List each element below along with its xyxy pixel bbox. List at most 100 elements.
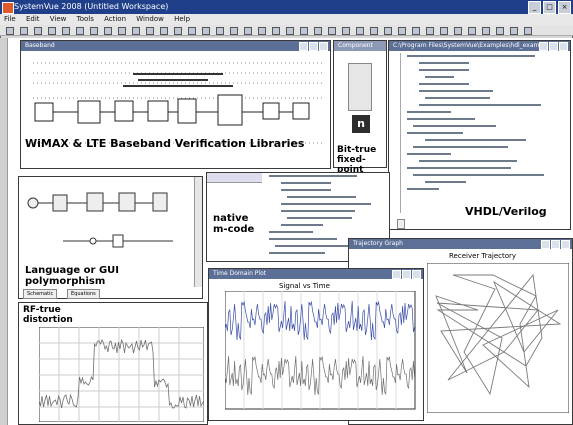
- code-line: [413, 125, 496, 127]
- toolbar-icon[interactable]: [412, 27, 420, 35]
- close-icon[interactable]: [561, 240, 570, 249]
- code-line: [281, 182, 331, 184]
- code-line: [407, 188, 439, 190]
- close-icon[interactable]: [559, 42, 568, 51]
- maximize-icon[interactable]: □: [543, 1, 556, 14]
- toolbar-icon[interactable]: [244, 27, 252, 35]
- toolbar-icon[interactable]: [342, 27, 350, 35]
- toolbar-icon[interactable]: [216, 27, 224, 35]
- rf-label: RF-true distortion: [23, 305, 73, 325]
- toolbar-icon[interactable]: [524, 27, 532, 35]
- toolbar-icon[interactable]: [328, 27, 336, 35]
- rf-spectrum-plot: [39, 327, 204, 422]
- code-line: [269, 252, 325, 254]
- close-icon[interactable]: [319, 42, 328, 51]
- code-line: [269, 238, 337, 240]
- minimize-icon[interactable]: [392, 270, 401, 279]
- baseband-title-text: Baseband: [25, 42, 55, 49]
- component-gallery-window[interactable]: Component Gallery n Bit-true fixed-point: [333, 40, 387, 175]
- maximize-icon[interactable]: [549, 42, 558, 51]
- toolbar-icon[interactable]: [118, 27, 126, 35]
- vhdl-code-area[interactable]: [403, 55, 568, 205]
- close-icon[interactable]: ×: [558, 1, 571, 14]
- toolbar-icon[interactable]: [90, 27, 98, 35]
- menu-edit[interactable]: Edit: [26, 15, 40, 23]
- toolbar-icon[interactable]: [132, 27, 140, 35]
- toolbar-icon[interactable]: [272, 27, 280, 35]
- toolbar-icon[interactable]: [356, 27, 364, 35]
- minimize-icon[interactable]: _: [528, 1, 541, 14]
- trajectory-plot-title: Receiver Trajectory: [449, 252, 517, 260]
- polymorphism-window[interactable]: Language or GUI polymorphism Schematic E…: [18, 176, 203, 299]
- maximize-icon[interactable]: [402, 270, 411, 279]
- code-line: [419, 90, 493, 92]
- code-line: [287, 217, 352, 219]
- logo-icon: [2, 2, 14, 14]
- vhdl-tab[interactable]: [397, 219, 405, 229]
- tab-equations[interactable]: Equations: [67, 289, 100, 299]
- toolbar-icon[interactable]: [440, 27, 448, 35]
- tab-schematic[interactable]: Schematic: [23, 289, 58, 299]
- time-plot-window[interactable]: Time Domain Plot Signal vs Time: [208, 268, 424, 421]
- code-line: [407, 118, 475, 120]
- toolbar-icon[interactable]: [468, 27, 476, 35]
- time-plot-title: Signal vs Time: [279, 282, 330, 290]
- vhdl-editor-window[interactable]: C:\Program Files\SystemVue\Examples\hdl_…: [388, 40, 571, 230]
- code-line: [407, 167, 511, 169]
- minimize-icon[interactable]: [539, 42, 548, 51]
- baseband-window-title: Baseband: [21, 41, 330, 51]
- code-line: [413, 174, 544, 176]
- minimize-icon[interactable]: [299, 42, 308, 51]
- toolbar-icon[interactable]: [146, 27, 154, 35]
- toolbar-icon[interactable]: [398, 27, 406, 35]
- toolbar-icon[interactable]: [230, 27, 238, 35]
- toolbar-icon[interactable]: [202, 27, 210, 35]
- toolbar-icon[interactable]: [496, 27, 504, 35]
- left-dock-strip: [0, 38, 8, 425]
- code-line: [281, 210, 355, 212]
- close-icon[interactable]: [412, 270, 421, 279]
- toolbar-icon[interactable]: [188, 27, 196, 35]
- toolbar-icon[interactable]: [426, 27, 434, 35]
- code-line: [407, 111, 451, 113]
- toolbar-icon[interactable]: [174, 27, 182, 35]
- toolbar-icon[interactable]: [6, 27, 14, 35]
- toolbar-icon[interactable]: [300, 27, 308, 35]
- baseband-window[interactable]: Baseband WiMAX & LTE Baseband Verificati…: [20, 40, 331, 169]
- toolbar-icon[interactable]: [160, 27, 168, 35]
- toolbar-icon[interactable]: [104, 27, 112, 35]
- menu-window[interactable]: Window: [136, 15, 164, 23]
- fixedpoint-component: [348, 63, 372, 111]
- toolbar-icon[interactable]: [286, 27, 294, 35]
- mcode-label: native m-code: [213, 213, 255, 235]
- menu-view[interactable]: View: [50, 15, 67, 23]
- toolbar-icon[interactable]: [384, 27, 392, 35]
- code-line: [419, 160, 517, 162]
- code-line: [425, 97, 490, 99]
- toolbar-icon[interactable]: [20, 27, 28, 35]
- code-line: [407, 153, 451, 155]
- toolbar-icon[interactable]: [48, 27, 56, 35]
- maximize-icon[interactable]: [551, 240, 560, 249]
- menu-action[interactable]: Action: [104, 15, 126, 23]
- gallery-title-text: Component Gallery: [338, 42, 373, 59]
- toolbar-icon[interactable]: [370, 27, 378, 35]
- code-line: [413, 146, 508, 148]
- menu-help[interactable]: Help: [174, 15, 190, 23]
- toolbar-icon[interactable]: [34, 27, 42, 35]
- trajectory-window-title: Trajectory Graph: [349, 239, 572, 249]
- menu-file[interactable]: File: [4, 15, 16, 23]
- rf-spectrum-window[interactable]: RF-true distortion: [18, 302, 208, 425]
- toolbar-icon[interactable]: [76, 27, 84, 35]
- mcode-toolbar: [207, 173, 262, 183]
- toolbar-icon[interactable]: [314, 27, 322, 35]
- toolbar-icon[interactable]: [62, 27, 70, 35]
- toolbar-icon[interactable]: [258, 27, 266, 35]
- menu-tools[interactable]: Tools: [77, 15, 94, 23]
- maximize-icon[interactable]: [309, 42, 318, 51]
- toolbar-icon[interactable]: [454, 27, 462, 35]
- code-line: [425, 139, 526, 141]
- minimize-icon[interactable]: [541, 240, 550, 249]
- toolbar-icon[interactable]: [510, 27, 518, 35]
- toolbar-icon[interactable]: [482, 27, 490, 35]
